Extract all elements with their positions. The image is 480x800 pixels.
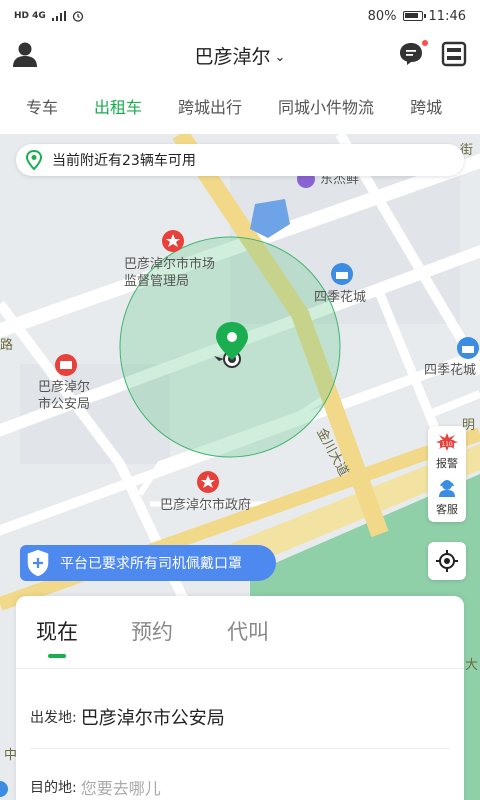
chevron-down-icon: ⌄: [274, 50, 286, 65]
origin-row[interactable]: 出发地: 巴彦淖尔市公安局: [30, 702, 225, 732]
locate-me-button[interactable]: [428, 542, 466, 580]
service-tabs: 专车 出租车 跨城出行 同城小件物流 跨城: [0, 78, 480, 134]
battery-icon: [402, 11, 426, 21]
tab-zhuanche[interactable]: 专车: [0, 94, 76, 118]
tab-intercity[interactable]: 跨城出行: [160, 94, 260, 118]
origin-label: 出发地:: [30, 710, 77, 726]
road-da-label: 大: [465, 658, 479, 673]
mask-notice-banner[interactable]: 平台已要求所有司机佩戴口罩: [20, 545, 276, 581]
nearby-cars-banner: 当前附近有23辆车可用: [16, 144, 464, 176]
app-header: 巴彦淖尔 ⌄: [0, 32, 480, 78]
poi-market-label: 巴彦淖尔市市场 监督管理局: [124, 257, 216, 289]
mode-call-for-others[interactable]: 代叫: [227, 616, 269, 646]
poi-siji-label-1: 四季花城: [314, 290, 367, 305]
clock: 11:46: [428, 8, 466, 24]
mode-reserve[interactable]: 预约: [131, 616, 173, 646]
poi-government-label: 巴彦淖尔市政府: [160, 498, 252, 513]
destination-input[interactable]: 您要去哪儿: [81, 775, 161, 799]
alarm-clock-icon: [72, 11, 83, 22]
shield-icon: [26, 548, 50, 578]
network-type: HD 4G: [14, 11, 46, 21]
battery-percent: 80%: [367, 8, 397, 24]
alarm-badge-text: 110: [441, 441, 453, 448]
row-divider: [30, 748, 450, 749]
unread-dot: [422, 40, 428, 46]
message-icon[interactable]: [398, 41, 424, 67]
scan-icon[interactable]: [440, 40, 468, 68]
booking-panel: 现在 预约 代叫 出发地: 巴彦淖尔市公安局 目的地: 您要去哪儿: [16, 596, 464, 800]
police-alarm-icon: 110: [436, 433, 458, 451]
location-pin-icon: [25, 149, 43, 171]
crosshair-icon: [436, 550, 458, 572]
mask-notice-text: 平台已要求所有司机佩戴口罩: [60, 556, 242, 572]
destination-label: 目的地:: [30, 780, 77, 796]
tab-intercity-more[interactable]: 跨城: [392, 94, 460, 118]
signal-indicators: HD 4G: [14, 10, 84, 22]
city-name: 巴彦淖尔: [194, 46, 271, 68]
customer-service-icon: [439, 480, 455, 497]
signal-icon: [51, 11, 66, 21]
booking-mode-tabs: 现在 预约 代叫: [16, 596, 464, 668]
road-lu-label: 路: [0, 338, 14, 353]
status-bar: HD 4G 80% 11:46: [0, 0, 480, 32]
customer-service-label: 客服: [436, 503, 458, 516]
tab-taxi[interactable]: 出租车: [76, 94, 160, 118]
divider: [16, 668, 464, 669]
nearby-cars-text: 当前附近有23辆车可用: [52, 153, 196, 169]
customer-service-button[interactable]: 客服: [428, 478, 466, 517]
active-mode-indicator: [48, 654, 66, 658]
poi-police-label: 巴彦淖尔 市公安局: [38, 380, 91, 412]
tab-city-delivery[interactable]: 同城小件物流: [260, 94, 392, 118]
destination-row[interactable]: 目的地: 您要去哪儿: [30, 772, 161, 800]
origin-value[interactable]: 巴彦淖尔市公安局: [81, 704, 225, 730]
poi-siji-label-2: 四季花城: [424, 363, 477, 378]
mode-now[interactable]: 现在: [36, 616, 78, 646]
side-action-panel: 110 报警 客服: [428, 426, 466, 522]
alarm-button[interactable]: 110 报警: [428, 432, 466, 471]
alarm-label: 报警: [436, 457, 458, 470]
